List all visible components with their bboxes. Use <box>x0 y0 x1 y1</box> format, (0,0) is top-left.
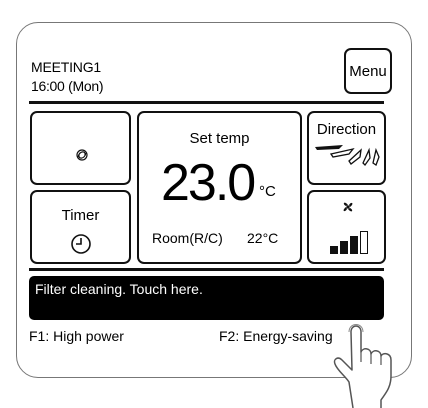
fan-speed-button[interactable] <box>307 190 386 264</box>
louver-direction-icon <box>315 145 380 167</box>
set-temp-button[interactable]: Set temp 23.0 °C Room(R/C) 22°C <box>137 111 302 264</box>
fan-speed-bar <box>330 246 338 254</box>
timer-label: Timer <box>61 207 100 224</box>
fan-mode-button[interactable] <box>30 111 131 185</box>
menu-button-label: Menu <box>349 63 387 80</box>
set-temp-label: Set temp <box>189 130 250 147</box>
set-temp-unit: °C <box>259 183 276 200</box>
pointing-hand-icon <box>333 324 392 408</box>
swirl-icon <box>76 149 88 161</box>
header-divider <box>29 101 384 104</box>
menu-button[interactable]: Menu <box>344 48 392 94</box>
fan-speed-bar <box>340 241 348 254</box>
room-temp-label: Room(R/C) <box>152 230 223 246</box>
fan-speed-bar <box>360 231 368 254</box>
panel-divider <box>29 268 384 271</box>
room-name: MEETING1 <box>31 59 101 75</box>
fan-icon <box>343 202 353 212</box>
fan-speed-bar <box>350 236 358 254</box>
timer-button[interactable]: Timer <box>30 190 131 264</box>
set-temp-value: 23.0 <box>161 154 256 212</box>
clock-icon <box>71 234 91 254</box>
direction-label: Direction <box>316 121 377 138</box>
f2-function-label: F2: Energy-saving <box>219 328 333 344</box>
clock-display: 16:00 (Mon) <box>31 78 104 94</box>
filter-message-text: Filter cleaning. Touch here. <box>35 281 203 297</box>
direction-button[interactable]: Direction <box>307 111 386 185</box>
room-temp-value: 22°C <box>247 230 279 246</box>
fan-speed-bars <box>330 231 370 254</box>
f1-function-label: F1: High power <box>29 328 124 344</box>
